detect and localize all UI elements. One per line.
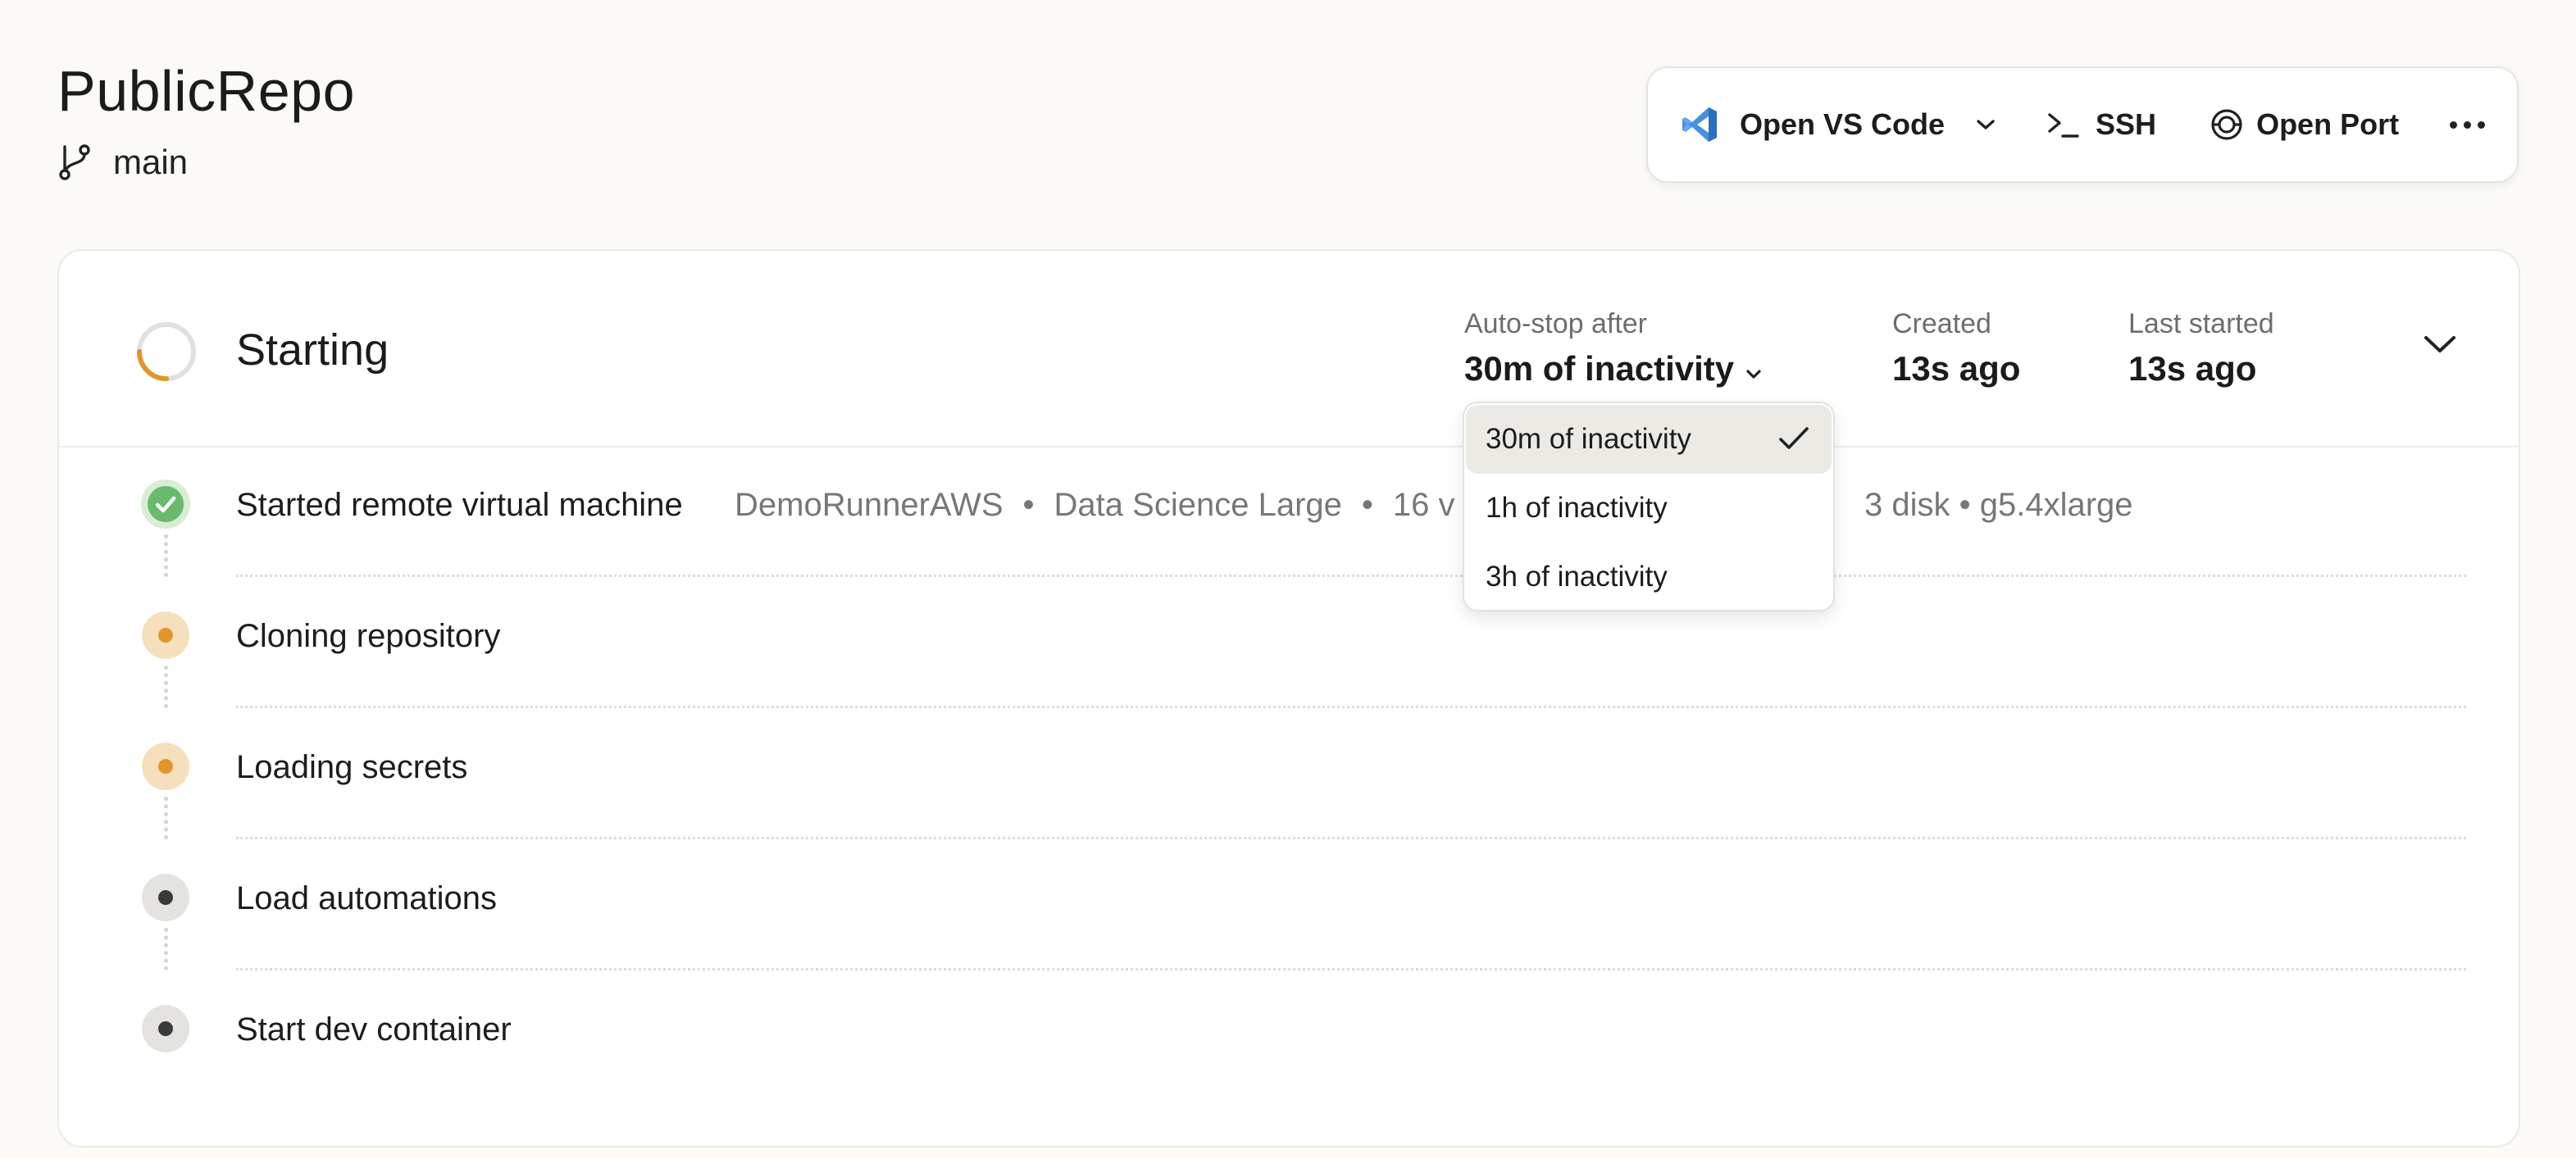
step-item: Started remote virtual machine DemoRunne…: [59, 446, 2519, 577]
step-pending-icon: [142, 1005, 189, 1052]
terminal-icon: [2046, 110, 2079, 139]
created-label: Created: [1892, 308, 1991, 339]
more-horizontal-icon[interactable]: [2450, 120, 2486, 129]
vm-details: DemoRunnerAWS • Data Science Large • 16 …: [735, 487, 2133, 524]
startup-steps: Started remote virtual machine DemoRunne…: [59, 446, 2519, 1146]
status-header: Starting Auto-stop after 30m of inactivi…: [59, 251, 2519, 448]
autostop-value: 30m of inactivity: [1464, 349, 1735, 388]
branch-indicator: main: [57, 143, 188, 182]
autostop-select[interactable]: 30m of inactivity: [1464, 349, 1762, 389]
branch-name: main: [113, 143, 189, 181]
open-vscode-button[interactable]: Open VS Code: [1681, 105, 1945, 144]
autostop-label: Auto-stop after: [1464, 308, 1648, 339]
status-title: Starting: [236, 325, 389, 375]
open-port-label: Open Port: [2256, 107, 2400, 141]
separator-dot: •: [1361, 487, 1373, 523]
vscode-logo-icon: [1681, 105, 1720, 144]
step-label: Start dev container: [236, 1011, 512, 1048]
machine-disk-type: 3 disk • g5.4xlarge: [1864, 487, 2133, 523]
step-done-check-icon: [148, 486, 184, 522]
step-item: Start dev container: [59, 970, 2519, 1102]
page-title: PublicRepo: [57, 59, 355, 123]
ssh-button[interactable]: SSH: [2046, 107, 2156, 142]
step-connector: [164, 928, 168, 970]
step-item: Load automations: [59, 839, 2519, 970]
step-item: Cloning repository: [59, 577, 2519, 708]
workspace-page: PublicRepo main Open VS Code SSH Open Po…: [0, 0, 2576, 1159]
runner-name: DemoRunnerAWS: [735, 487, 1004, 523]
autostop-option-30m[interactable]: 30m of inactivity: [1466, 405, 1832, 474]
port-icon: [2209, 107, 2245, 143]
step-label: Cloning repository: [236, 618, 501, 654]
open-port-button[interactable]: Open Port: [2209, 107, 2399, 143]
step-label: Loading secrets: [236, 749, 468, 785]
step-label: Load automations: [236, 880, 498, 916]
chevron-down-icon: [1745, 349, 1762, 389]
spinner-icon: [134, 320, 198, 388]
step-connector: [164, 666, 168, 708]
autostop-option-1h[interactable]: 1h of inactivity: [1466, 474, 1832, 543]
step-connector: [164, 797, 168, 839]
step-label: Started remote virtual machine: [236, 487, 683, 523]
last-started-value: 13s ago: [2128, 349, 2257, 388]
step-item: Loading secrets: [59, 708, 2519, 839]
git-branch-icon: [57, 143, 92, 181]
check-icon: [1777, 425, 1810, 460]
workspace-status-card: Starting Auto-stop after 30m of inactivi…: [57, 249, 2520, 1148]
open-vscode-label: Open VS Code: [1740, 107, 1946, 141]
step-in-progress-icon: [142, 743, 189, 790]
workspace-toolbar: Open VS Code SSH Open Port: [1646, 66, 2519, 183]
step-pending-icon: [142, 874, 189, 921]
step-in-progress-icon: [142, 611, 189, 659]
collapse-chevron-icon[interactable]: [2422, 333, 2458, 361]
step-connector: [164, 534, 168, 577]
created-value: 13s ago: [1892, 349, 2021, 388]
autostop-dropdown-menu: 30m of inactivity 1h of inactivity 3h of…: [1463, 402, 1835, 611]
ssh-label: SSH: [2096, 107, 2157, 141]
machine-cpu: 16 v: [1392, 487, 1455, 523]
open-vscode-menu-chevron-icon[interactable]: [1976, 118, 1996, 131]
autostop-option-3h[interactable]: 3h of inactivity: [1466, 543, 1832, 610]
machine-class: Data Science Large: [1054, 487, 1342, 523]
separator-dot: •: [1022, 487, 1035, 523]
last-started-label: Last started: [2128, 308, 2274, 339]
